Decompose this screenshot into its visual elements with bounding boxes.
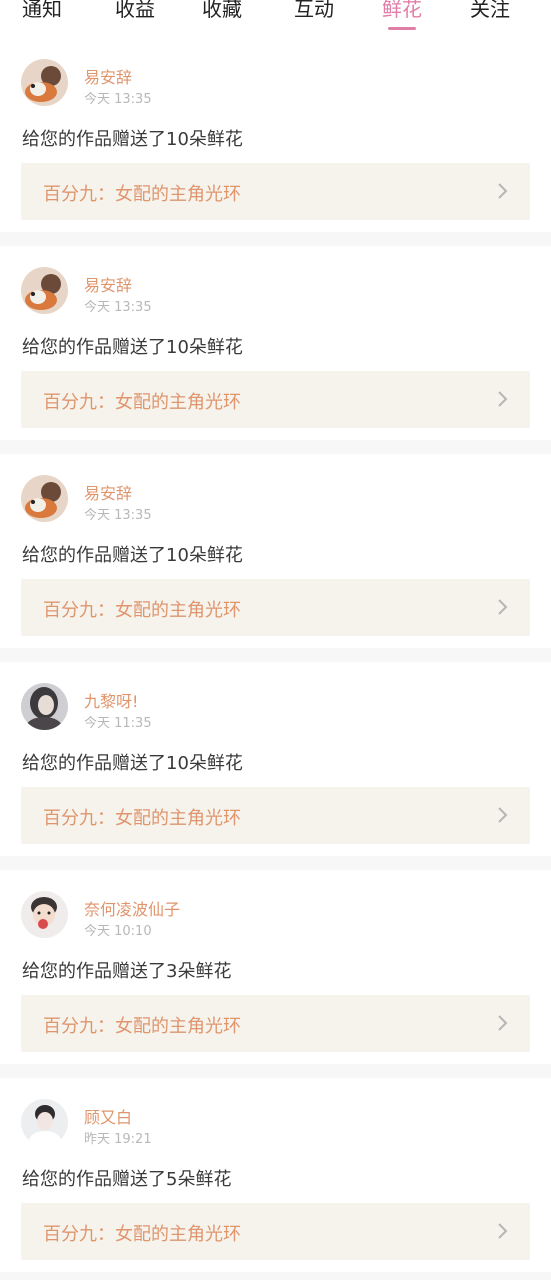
chevron-right-icon: [498, 599, 508, 615]
work-link[interactable]: 百分九：女配的主角光环: [21, 579, 530, 636]
gift-message: 给您的作品赠送了10朵鲜花: [22, 129, 243, 150]
tab-label: 鲜花: [382, 0, 422, 21]
user-name[interactable]: 易安辞: [84, 64, 132, 88]
tab-earnings[interactable]: 收益: [115, 0, 155, 20]
work-title: 百分九：女配的主角光环: [43, 392, 241, 413]
work-title: 百分九：女配的主角光环: [43, 1224, 241, 1245]
list-item: 易安辞 今天 13:35 给您的作品赠送了10朵鲜花 百分九：女配的主角光环: [0, 454, 551, 648]
gift-message: 给您的作品赠送了10朵鲜花: [22, 753, 243, 774]
work-link[interactable]: 百分九：女配的主角光环: [21, 371, 530, 428]
tab-interactions[interactable]: 互动: [294, 0, 334, 20]
timestamp: 今天 11:35: [84, 716, 152, 731]
chevron-right-icon: [498, 807, 508, 823]
tab-label: 互动: [294, 0, 334, 21]
timestamp: 昨天 19:21: [84, 1132, 152, 1147]
list-item: 易安辞 今天 13:35 给您的作品赠送了10朵鲜花 百分九：女配的主角光环: [0, 38, 551, 232]
timestamp: 今天 13:35: [84, 300, 152, 315]
chevron-right-icon: [498, 1015, 508, 1031]
tab-favorites[interactable]: 收藏: [202, 0, 242, 20]
work-title: 百分九：女配的主角光环: [43, 808, 241, 829]
user-name[interactable]: 易安辞: [84, 480, 132, 504]
flower-feed: 易安辞 今天 13:35 给您的作品赠送了10朵鲜花 百分九：女配的主角光环 易…: [0, 38, 551, 1272]
avatar[interactable]: [21, 683, 68, 730]
tab-flowers[interactable]: 鲜花: [382, 0, 422, 30]
tab-bar: 通知 收益 收藏 互动 鲜花 关注: [0, 0, 551, 38]
chevron-right-icon: [498, 1223, 508, 1239]
work-link[interactable]: 百分九：女配的主角光环: [21, 995, 530, 1052]
user-name[interactable]: 易安辞: [84, 272, 132, 296]
tab-following[interactable]: 关注: [470, 0, 510, 20]
tab-label: 收藏: [202, 0, 242, 21]
list-item: 顾又白 昨天 19:21 给您的作品赠送了5朵鲜花 百分九：女配的主角光环: [0, 1078, 551, 1272]
gift-message: 给您的作品赠送了10朵鲜花: [22, 545, 243, 566]
timestamp: 今天 13:35: [84, 92, 152, 107]
gift-message: 给您的作品赠送了5朵鲜花: [22, 1169, 232, 1190]
avatar[interactable]: [21, 1099, 68, 1146]
work-title: 百分九：女配的主角光环: [43, 184, 241, 205]
list-item: 易安辞 今天 13:35 给您的作品赠送了10朵鲜花 百分九：女配的主角光环: [0, 246, 551, 440]
tab-label: 收益: [115, 0, 155, 21]
timestamp: 今天 10:10: [84, 924, 152, 939]
work-link[interactable]: 百分九：女配的主角光环: [21, 163, 530, 220]
list-item: 奈何凌波仙子 今天 10:10 给您的作品赠送了3朵鲜花 百分九：女配的主角光环: [0, 870, 551, 1064]
gift-message: 给您的作品赠送了10朵鲜花: [22, 337, 243, 358]
work-link[interactable]: 百分九：女配的主角光环: [21, 787, 530, 844]
timestamp: 今天 13:35: [84, 508, 152, 523]
user-name[interactable]: 奈何凌波仙子: [84, 896, 180, 920]
chevron-right-icon: [498, 183, 508, 199]
tab-label: 关注: [470, 0, 510, 21]
list-item: 九黎呀! 今天 11:35 给您的作品赠送了10朵鲜花 百分九：女配的主角光环: [0, 662, 551, 856]
avatar[interactable]: [21, 267, 68, 314]
avatar[interactable]: [21, 891, 68, 938]
avatar[interactable]: [21, 59, 68, 106]
work-link[interactable]: 百分九：女配的主角光环: [21, 1203, 530, 1260]
work-title: 百分九：女配的主角光环: [43, 600, 241, 621]
chevron-right-icon: [498, 391, 508, 407]
user-name[interactable]: 顾又白: [84, 1104, 132, 1128]
active-tab-indicator: [388, 27, 416, 30]
gift-message: 给您的作品赠送了3朵鲜花: [22, 961, 232, 982]
work-title: 百分九：女配的主角光环: [43, 1016, 241, 1037]
tab-notifications[interactable]: 通知: [22, 0, 62, 20]
avatar[interactable]: [21, 475, 68, 522]
tab-label: 通知: [22, 0, 62, 21]
user-name[interactable]: 九黎呀!: [84, 688, 138, 712]
